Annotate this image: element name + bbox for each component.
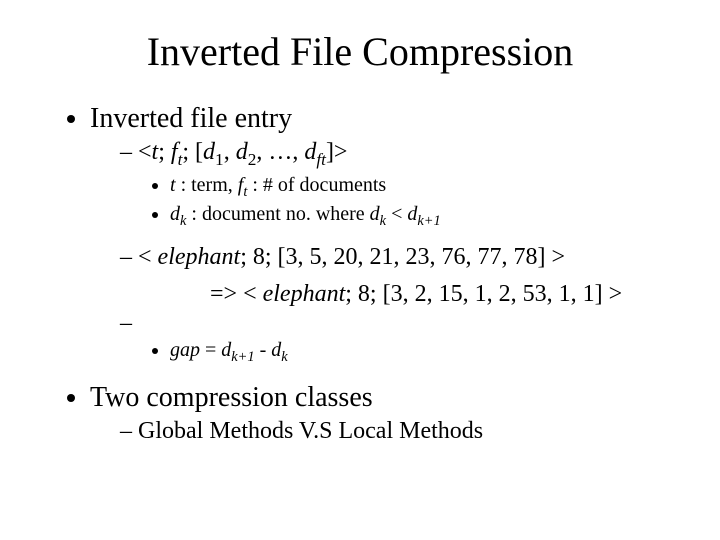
sub-k1: k+1 [417, 213, 440, 229]
text: ; [ [182, 139, 203, 165]
text: ; 8; [3, 2, 15, 1, 2, 53, 1, 1] > [345, 281, 622, 307]
slide: Inverted File Compression Inverted file … [0, 0, 720, 540]
var-gap: gap [170, 339, 200, 361]
text: < [138, 139, 152, 165]
entry-format: <t; ft; [d1, d2, …, dft]> t : term, ft :… [120, 139, 680, 230]
bullet-inverted-file-entry: Inverted file entry <t; ft; [d1, d2, …, … [90, 103, 680, 366]
var-d: d [304, 139, 316, 165]
text: , …, [256, 139, 304, 165]
example-elephant-gap: => < elephant; 8; [3, 2, 15, 1, 2, 53, 1… [90, 281, 680, 308]
var-d: d [370, 203, 380, 225]
text: : term, [176, 174, 238, 196]
text: = [200, 339, 221, 361]
text: ; [158, 139, 171, 165]
slide-title: Inverted File Compression [40, 28, 680, 75]
text: : # of documents [247, 174, 386, 196]
bullet-list-level1: Inverted file entry <t; ft; [d1, d2, …, … [40, 103, 680, 445]
bullet-two-compression: Two compression classes Global Methods V… [90, 382, 680, 445]
note-doc-def: dk : document no. where dk < dk+1 [170, 203, 680, 230]
bullet-list-level2b: gap = dk+1 - dk [90, 310, 680, 366]
var-d: d [407, 203, 417, 225]
bullet-text: Two compression classes [90, 382, 373, 413]
sub-k: k [281, 349, 287, 365]
text: ]> [326, 139, 348, 165]
bullet-list-level2: <t; ft; [d1, d2, …, dft]> t : term, ft :… [90, 139, 680, 271]
text: - [255, 339, 272, 361]
note-gap-def: gap = dk+1 - dk [170, 339, 680, 366]
bullet-text: Inverted file entry [90, 103, 292, 134]
var-d: d [221, 339, 231, 361]
var-d: d [236, 139, 248, 165]
bullet-list-level3b: gap = dk+1 - dk [120, 339, 680, 366]
sub-k1: k+1 [231, 349, 254, 365]
bullet-list-level2c: Global Methods V.S Local Methods [90, 418, 680, 445]
text: : document no. where [186, 203, 369, 225]
bullet-list-level3: t : term, ft : # of documents dk : docum… [120, 174, 680, 230]
var-d: d [170, 203, 180, 225]
sub-ft: ft [316, 150, 326, 169]
text: , [224, 139, 236, 165]
text: Global Methods V.S Local Methods [138, 418, 483, 444]
note-term-def: t : term, ft : # of documents [170, 174, 680, 201]
sub-1: 1 [215, 150, 224, 169]
word-elephant: elephant [158, 244, 241, 270]
var-d: d [203, 139, 215, 165]
hidden-wrapper: gap = dk+1 - dk [120, 310, 680, 366]
text: ; 8; [3, 5, 20, 21, 23, 76, 77, 78] > [240, 244, 565, 270]
var-f: f [171, 139, 178, 165]
var-d: d [271, 339, 281, 361]
word-elephant: elephant [263, 281, 346, 307]
example-elephant: < elephant; 8; [3, 5, 20, 21, 23, 76, 77… [120, 244, 680, 271]
text: => < [210, 281, 263, 307]
text: < [138, 244, 158, 270]
text: < [386, 203, 407, 225]
global-vs-local: Global Methods V.S Local Methods [120, 418, 680, 445]
